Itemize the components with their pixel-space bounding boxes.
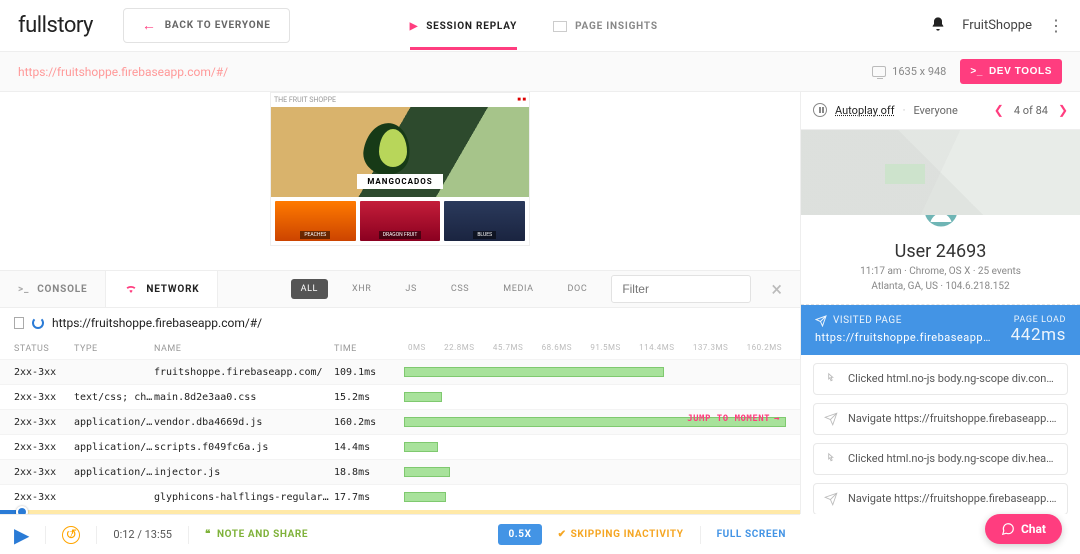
- top-tabs: ▶ SESSION REPLAY PAGE INSIGHTS: [410, 3, 658, 48]
- back-to-everyone-button[interactable]: ← BACK TO EVERYONE: [123, 8, 290, 43]
- right-sidebar: Autoplay off · Everyone ❮ 4 of 84 ❯ User…: [800, 92, 1080, 514]
- filter-doc[interactable]: DOC: [558, 279, 598, 299]
- thumb: BLUES: [444, 201, 525, 241]
- network-row[interactable]: 2xx-3xxapplication/…injector.js18.8ms: [0, 459, 800, 484]
- pause-icon[interactable]: [813, 103, 827, 117]
- notifications-icon[interactable]: [930, 16, 946, 36]
- prev-session-button[interactable]: ❮: [994, 103, 1004, 117]
- tab-network[interactable]: NETWORK: [105, 271, 218, 307]
- event-item[interactable]: Navigate https://fruitshoppe.firebaseapp…: [813, 403, 1068, 435]
- user-meta-1: 11:17 am · Chrome, OS X · 25 events: [813, 266, 1068, 277]
- check-icon: ✔: [558, 529, 567, 540]
- hero-label: MANGOCADOS: [357, 174, 442, 189]
- monitor-icon: [872, 66, 886, 77]
- viewport-resolution: 1635 x 948: [872, 65, 946, 78]
- request-url: https://fruitshoppe.firebaseapp.com/#/: [52, 316, 262, 330]
- devtools-tabs: >_ CONSOLE NETWORK ALL XHR JS CSS MEDIA …: [0, 270, 800, 308]
- request-url-row: https://fruitshoppe.firebaseapp.com/#/: [0, 308, 800, 338]
- network-row[interactable]: 2xx-3xxtext/css; ch…main.8d2e3aa0.css15.…: [0, 384, 800, 409]
- close-devtools-icon[interactable]: ×: [765, 277, 788, 301]
- filter-js[interactable]: JS: [395, 279, 427, 299]
- account-name[interactable]: FruitShoppe: [962, 18, 1032, 33]
- network-row[interactable]: 2xx-3xxglyphicons-halflings-regular.wof1…: [0, 484, 800, 509]
- event-item[interactable]: Clicked html.no-js body.ng-scope div.hea…: [813, 443, 1068, 475]
- tab-session-replay-label: SESSION REPLAY: [426, 21, 517, 32]
- thumb: DRAGON FRUIT: [360, 201, 441, 241]
- url-bar: https://fruitshoppe.firebaseapp.com/#/ 1…: [0, 52, 1080, 92]
- tab-page-insights[interactable]: PAGE INSIGHTS: [553, 3, 658, 48]
- autoplay-toggle[interactable]: Autoplay off: [835, 104, 895, 117]
- event-list: Clicked html.no-js body.ng-scope div.con…: [801, 355, 1080, 514]
- tab-session-replay[interactable]: ▶ SESSION REPLAY: [410, 3, 517, 48]
- wifi-icon: [124, 283, 138, 296]
- window-icon: [553, 21, 567, 32]
- network-table: STATUS TYPE NAME TIME 0ms22.8ms45.7ms68.…: [0, 338, 800, 509]
- user-name[interactable]: User 24693: [813, 241, 1068, 262]
- play-bar: ▶ 7 0:12 / 13:55 ❝ NOTE AND SHARE 0.5X ✔…: [0, 514, 800, 554]
- visited-page-card[interactable]: VISITED PAGE https://fruitshoppe.firebas…: [801, 305, 1080, 355]
- chat-widget[interactable]: Chat: [985, 514, 1062, 544]
- filter-input[interactable]: [611, 275, 751, 303]
- playback-speed-button[interactable]: 0.5X: [498, 524, 541, 545]
- filter-xhr[interactable]: XHR: [342, 279, 381, 299]
- dev-tools-button[interactable]: >_ DEV TOOLS: [960, 59, 1062, 84]
- terminal-icon: >_: [970, 66, 983, 77]
- arrow-right-icon: →: [774, 414, 780, 424]
- terminal-icon: >_: [18, 284, 29, 295]
- thumb: PEACHES: [275, 201, 356, 241]
- segment-label: Everyone: [913, 104, 957, 117]
- filter-css[interactable]: CSS: [441, 279, 479, 299]
- quote-icon: ❝: [205, 529, 211, 540]
- paper-plane-icon: [815, 315, 827, 327]
- navigate-icon: [824, 492, 838, 506]
- navigate-icon: [824, 412, 838, 426]
- network-row[interactable]: 2xx-3xxapplication/…vendor.dba4669d.js16…: [0, 409, 800, 434]
- jump-to-moment-button[interactable]: JUMP TO MOMENT →: [687, 414, 780, 424]
- hero-image: MANGOCADOS: [271, 107, 529, 197]
- reload-icon[interactable]: [32, 317, 44, 329]
- fullscreen-button[interactable]: FULL SCREEN: [717, 529, 786, 540]
- click-icon: [824, 452, 838, 466]
- session-position: 4 of 84: [1014, 104, 1048, 117]
- filter-all[interactable]: ALL: [291, 279, 328, 299]
- chat-bubble-icon: [1001, 522, 1015, 536]
- tab-console[interactable]: >_ CONSOLE: [0, 271, 105, 307]
- next-session-button[interactable]: ❯: [1058, 103, 1068, 117]
- user-location-map: [801, 130, 1080, 215]
- playback-time: 0:12 / 13:55: [113, 528, 172, 541]
- back-label: BACK TO EVERYONE: [165, 20, 271, 31]
- document-icon: [14, 317, 24, 329]
- top-right: FruitShoppe ⋮: [930, 16, 1062, 36]
- skip-inactivity-toggle[interactable]: ✔ SKIPPING INACTIVITY: [558, 529, 684, 540]
- filter-media[interactable]: MEDIA: [493, 279, 543, 299]
- event-item[interactable]: Navigate https://fruitshoppe.firebaseapp…: [813, 483, 1068, 514]
- replay-canvas: THE FRUIT SHOPPE■ ■ MANGOCADOS PEACHES D…: [0, 92, 800, 270]
- tab-page-insights-label: PAGE INSIGHTS: [575, 21, 658, 32]
- click-icon: [824, 372, 838, 386]
- timeline-ticks: 0ms22.8ms45.7ms68.6ms91.5ms114.4ms137.3m…: [404, 343, 786, 354]
- event-item[interactable]: Clicked html.no-js body.ng-scope div.con…: [813, 363, 1068, 395]
- kebab-menu-icon[interactable]: ⋮: [1048, 16, 1062, 35]
- user-meta-2: Atlanta, GA, US · 104.6.218.152: [813, 281, 1068, 292]
- logo: fullstory: [18, 13, 93, 38]
- network-row[interactable]: 2xx-3xxfruitshoppe.firebaseapp.com/109.1…: [0, 359, 800, 384]
- recorded-page: THE FRUIT SHOPPE■ ■ MANGOCADOS PEACHES D…: [270, 92, 530, 246]
- network-row[interactable]: 2xx-3xxapplication/…scripts.f049fc6a.js1…: [0, 434, 800, 459]
- play-button[interactable]: ▶: [14, 523, 29, 547]
- play-icon: ▶: [410, 21, 419, 32]
- rewind-button[interactable]: 7: [62, 526, 80, 544]
- top-bar: fullstory ← BACK TO EVERYONE ▶ SESSION R…: [0, 0, 1080, 52]
- session-url: https://fruitshoppe.firebaseapp.com/#/: [18, 65, 228, 79]
- note-and-share-button[interactable]: ❝ NOTE AND SHARE: [205, 529, 308, 540]
- arrow-left-icon: ←: [142, 17, 157, 34]
